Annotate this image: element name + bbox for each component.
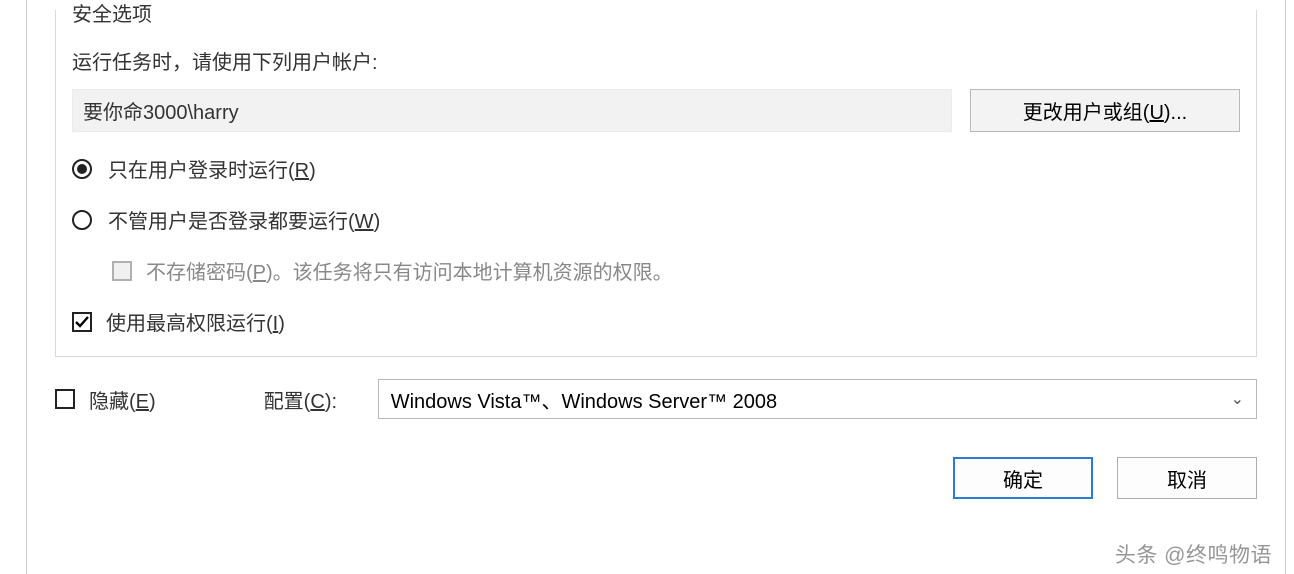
change-btn-pre: 更改用户或组( — [1023, 102, 1150, 124]
radio-always-label: 不管用户是否登录都要运行(W) — [108, 205, 380, 234]
checkbox-icon-disabled — [112, 261, 132, 281]
checkbox-no-store-password: 不存储密码(P)。该任务将只有访问本地计算机资源的权限。 — [112, 256, 1240, 285]
configure-for-dropdown[interactable]: Windows Vista™、Windows Server™ 2008 ⌄ — [378, 379, 1257, 419]
checkbox-icon-unchecked — [55, 389, 75, 409]
dialog-panel: 安全选项 运行任务时，请使用下列用户帐户: 要你命3000\harry 更改用户… — [26, 0, 1286, 574]
ok-button[interactable]: 确定 — [953, 457, 1093, 499]
change-user-group-button[interactable]: 更改用户或组(U)... — [970, 89, 1240, 132]
account-label: 运行任务时，请使用下列用户帐户: — [72, 46, 378, 75]
configure-for-label: 配置(C): — [264, 385, 354, 414]
radio-icon-selected — [72, 159, 92, 179]
change-btn-post: )... — [1164, 102, 1187, 124]
radio-icon-unselected — [72, 210, 92, 230]
account-display-field: 要你命3000\harry — [72, 89, 952, 132]
radio-run-only-logged-on[interactable]: 只在用户登录时运行(R) — [72, 154, 1240, 183]
radio-logged-label: 只在用户登录时运行(R) — [108, 154, 316, 183]
security-options-group: 安全选项 运行任务时，请使用下列用户帐户: 要你命3000\harry 更改用户… — [55, 10, 1257, 357]
hidden-label: 隐藏(E) — [89, 385, 156, 414]
chevron-down-icon: ⌄ — [1231, 389, 1244, 409]
checkbox-run-highest-priv[interactable]: 使用最高权限运行(I) — [72, 307, 1240, 336]
security-legend: 安全选项 — [66, 0, 158, 27]
checkbox-hidden[interactable]: 隐藏(E) — [55, 385, 156, 414]
checkbox-icon-checked — [72, 312, 92, 332]
cancel-button[interactable]: 取消 — [1117, 457, 1257, 499]
highest-priv-label: 使用最高权限运行(I) — [106, 307, 285, 336]
no-store-label: 不存储密码(P)。该任务将只有访问本地计算机资源的权限。 — [146, 256, 673, 285]
configure-for-value: Windows Vista™、Windows Server™ 2008 — [391, 385, 777, 414]
change-btn-key: U — [1149, 102, 1163, 124]
radio-run-always[interactable]: 不管用户是否登录都要运行(W) — [72, 205, 1240, 234]
